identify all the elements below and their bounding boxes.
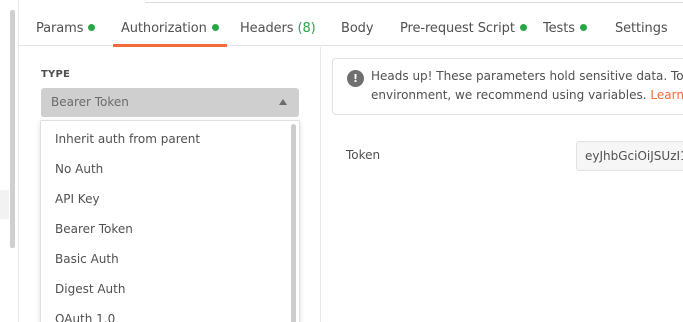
dropdown-option-digest-auth[interactable]: Digest Auth [55,274,125,304]
sensitive-data-notice: ! Heads up! These parameters hold sensit… [332,58,683,115]
tab-body[interactable]: Body [341,12,374,46]
tab-authorization-label: Authorization [121,21,207,36]
auth-type-dropdown: Inherit auth from parent No Auth API Key… [40,120,300,322]
tab-pre-request-script-label: Pre-request Script [400,21,515,36]
tab-settings[interactable]: Settings [615,12,668,46]
auth-type-panel: TYPE Bearer Token Inherit auth from pare… [19,47,321,322]
tab-headers[interactable]: Headers (8) [240,12,316,46]
dropdown-option-bearer-token[interactable]: Bearer Token [55,214,133,244]
dropdown-option-no-auth[interactable]: No Auth [55,154,103,184]
notice-text: environment, we recommend using variable… [371,88,647,102]
request-editor: Params Authorization Headers (8) Body Pr… [0,0,683,322]
tab-params[interactable]: Params [36,12,96,46]
auth-type-select[interactable]: Bearer Token [41,88,299,117]
tab-authorization[interactable]: Authorization [113,12,227,47]
tab-headers-count: (8) [297,21,316,36]
tab-params-label: Params [36,21,84,36]
auth-type-selected-value: Bearer Token [51,95,129,109]
tab-params-status-dot [88,24,96,31]
request-tabs: Params Authorization Headers (8) Body Pr… [19,12,683,47]
url-bar-remnant [145,0,683,3]
info-icon: ! [347,70,364,87]
dropdown-option-basic-auth[interactable]: Basic Auth [55,244,119,274]
tab-pre-request-script-status-dot [519,24,527,31]
token-input[interactable] [576,141,683,171]
dropdown-option-api-key[interactable]: API Key [55,184,100,214]
dropdown-scrollbar[interactable] [291,124,296,322]
notice-text-line1: Heads up! These parameters hold sensitiv… [371,69,683,83]
gutter-selected-item [0,190,9,219]
notice-text-line2: environment, we recommend using variable… [371,88,683,102]
tab-headers-label: Headers [240,21,294,36]
token-label: Token [346,148,381,162]
dropdown-option-inherit-auth[interactable]: Inherit auth from parent [55,124,200,154]
tab-tests-status-dot [579,24,587,31]
learn-more-link[interactable]: Learn mo [650,88,683,102]
tab-tests-label: Tests [543,21,575,36]
auth-type-label: TYPE [41,69,71,80]
tab-settings-label: Settings [615,21,668,36]
dropdown-option-oauth1[interactable]: OAuth 1.0 [55,304,115,322]
tab-body-label: Body [341,21,374,36]
tab-authorization-status-dot [211,24,219,31]
chevron-up-icon [279,99,287,105]
sidebar-scrollbar[interactable] [10,10,15,248]
tab-pre-request-script[interactable]: Pre-request Script [400,12,527,46]
left-gutter [0,0,19,322]
tab-tests[interactable]: Tests [543,12,587,46]
